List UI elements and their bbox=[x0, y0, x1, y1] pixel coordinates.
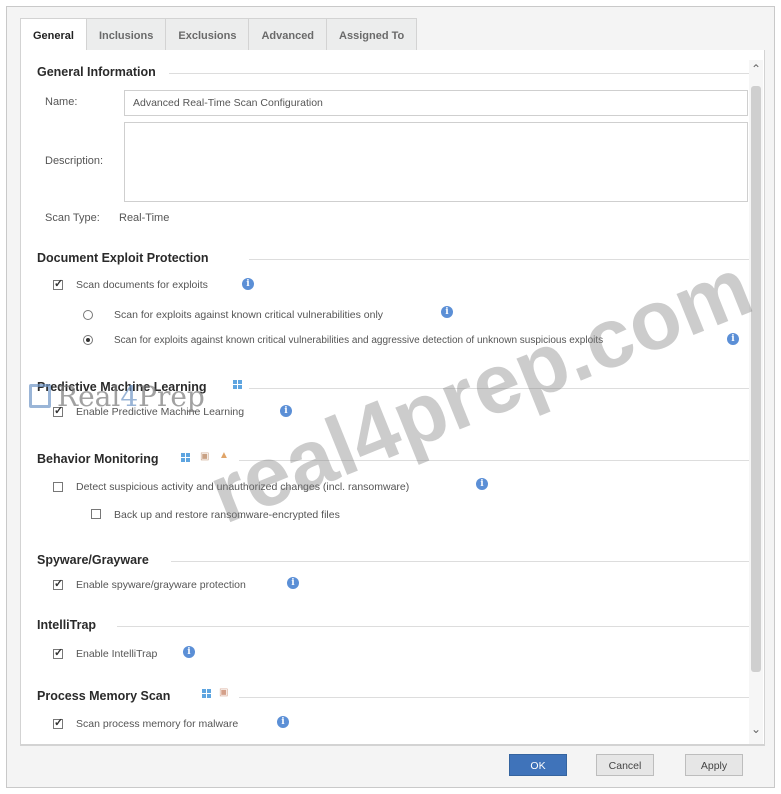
info-icon[interactable]: i bbox=[441, 306, 453, 318]
enable-intellitrap-label: Enable IntelliTrap bbox=[76, 648, 158, 660]
exploit-aggressive-label: Scan for exploits against known critical… bbox=[114, 335, 604, 346]
scroll-down-icon[interactable]: ⌄ bbox=[749, 722, 763, 736]
cancel-button[interactable]: Cancel bbox=[596, 754, 654, 776]
tab-bar-filler bbox=[420, 18, 765, 51]
section-divider bbox=[169, 73, 749, 74]
section-heading-behavior-monitoring: Behavior Monitoring bbox=[37, 452, 159, 466]
shield-icon: ▣ bbox=[219, 687, 229, 698]
info-icon[interactable]: i bbox=[183, 646, 195, 658]
section-heading-document-exploit-protection: Document Exploit Protection bbox=[37, 251, 209, 265]
settings-panel: General Information Name: Description: S… bbox=[20, 50, 765, 745]
section-divider bbox=[239, 697, 749, 698]
exploit-known-only-label: Scan for exploits against known critical… bbox=[114, 309, 384, 321]
shield-icon: ▣ bbox=[200, 451, 210, 462]
section-heading-process-memory-scan: Process Memory Scan bbox=[37, 689, 171, 703]
dialog-footer: OK Cancel Apply bbox=[20, 745, 765, 783]
watermark-logo-mark bbox=[29, 384, 51, 408]
tab-general[interactable]: General bbox=[20, 18, 87, 51]
tab-assigned-to[interactable]: Assigned To bbox=[327, 18, 418, 51]
tab-exclusions[interactable]: Exclusions bbox=[166, 18, 250, 51]
info-icon[interactable]: i bbox=[277, 716, 289, 728]
enable-spyware-label: Enable spyware/grayware protection bbox=[76, 579, 246, 591]
name-label: Name: bbox=[45, 96, 78, 108]
scrollbar-thumb[interactable] bbox=[751, 86, 761, 672]
watermark-diagonal-text: real4prep.com bbox=[196, 238, 765, 542]
detect-suspicious-checkbox[interactable] bbox=[53, 482, 63, 492]
backup-restore-checkbox[interactable] bbox=[91, 509, 101, 519]
apply-button[interactable]: Apply bbox=[685, 754, 743, 776]
enable-spyware-checkbox[interactable] bbox=[53, 577, 63, 590]
section-heading-general-information: General Information bbox=[37, 65, 156, 79]
section-divider bbox=[239, 460, 749, 461]
scan-memory-label: Scan process memory for malware bbox=[76, 718, 239, 730]
enable-intellitrap-checkbox[interactable] bbox=[53, 646, 63, 659]
section-heading-spyware-grayware: Spyware/Grayware bbox=[37, 553, 149, 567]
info-icon[interactable]: i bbox=[287, 577, 299, 589]
tab-inclusions[interactable]: Inclusions bbox=[86, 18, 167, 51]
watermark-brand-text: Real4Prep bbox=[57, 380, 205, 413]
windows-icon bbox=[202, 689, 212, 698]
warning-icon: ▲ bbox=[219, 450, 229, 461]
info-icon[interactable]: i bbox=[727, 333, 739, 345]
scan-type-label: Scan Type: bbox=[45, 212, 100, 224]
section-divider bbox=[171, 561, 749, 562]
exploit-known-only-radio[interactable] bbox=[83, 310, 93, 320]
name-input[interactable] bbox=[124, 90, 748, 116]
watermark-brand-highlight: 4 bbox=[120, 380, 139, 413]
section-divider bbox=[249, 259, 749, 260]
description-textarea[interactable] bbox=[124, 122, 748, 202]
section-heading-intellitrap: IntelliTrap bbox=[37, 618, 97, 632]
backup-restore-label: Back up and restore ransomware-encrypted… bbox=[114, 509, 340, 521]
scan-type-value: Real-Time bbox=[119, 212, 170, 224]
vertical-scrollbar[interactable]: ⌃ ⌄ bbox=[749, 60, 763, 744]
scan-documents-checkbox[interactable] bbox=[53, 277, 63, 290]
windows-icon bbox=[181, 453, 191, 462]
tab-advanced[interactable]: Advanced bbox=[249, 18, 328, 51]
info-icon[interactable]: i bbox=[242, 278, 254, 290]
ok-button[interactable]: OK bbox=[509, 754, 567, 776]
scroll-up-icon[interactable]: ⌃ bbox=[749, 62, 763, 76]
watermark-brand-prefix: Real bbox=[57, 380, 121, 413]
detect-suspicious-label: Detect suspicious activity and unauthori… bbox=[76, 481, 410, 493]
watermark-brand-suffix: Prep bbox=[138, 380, 205, 413]
section-divider bbox=[249, 388, 749, 389]
info-icon[interactable]: i bbox=[476, 478, 488, 490]
info-icon[interactable]: i bbox=[280, 405, 292, 417]
scan-documents-label: Scan documents for exploits bbox=[76, 279, 208, 291]
tab-bar: General Inclusions Exclusions Advanced A… bbox=[20, 18, 418, 51]
description-label: Description: bbox=[45, 155, 104, 167]
exploit-aggressive-radio[interactable] bbox=[83, 335, 93, 345]
section-divider bbox=[117, 626, 749, 627]
windows-icon bbox=[233, 380, 243, 389]
scan-memory-checkbox[interactable] bbox=[53, 716, 63, 729]
